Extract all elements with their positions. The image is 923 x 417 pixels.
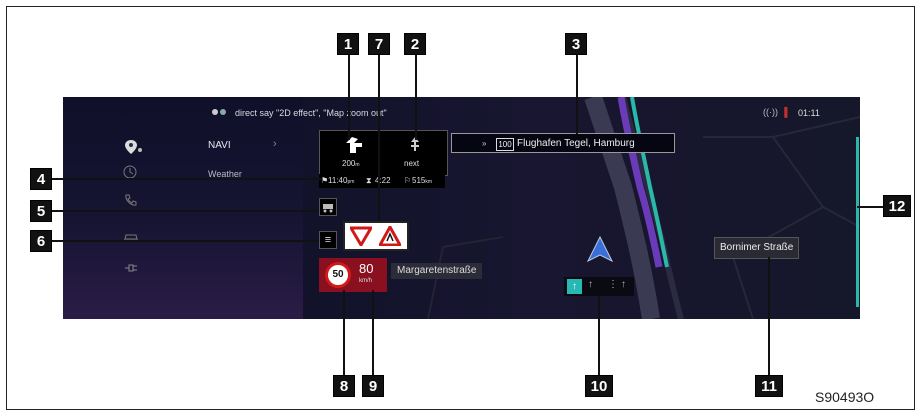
maneuver-card: 200m next (319, 130, 448, 176)
cross-street-label: Bornimer Straße (714, 237, 800, 259)
figure-reference: S90493O (815, 389, 875, 405)
maneuver-distance: 200m (342, 159, 360, 168)
plug-icon[interactable] (123, 262, 141, 274)
current-speed: 80 (359, 261, 374, 276)
callout-8: 8 (333, 375, 355, 397)
callout-9: 9 (362, 375, 384, 397)
callout-12: 12 (883, 195, 911, 217)
current-street: Margaretenstraße (391, 263, 483, 279)
vehicle-position-icon (586, 235, 614, 263)
voice-icon (211, 107, 229, 119)
phone-icon[interactable] (123, 193, 137, 207)
trip-info[interactable]: ⚑ 11:40pm ⧗ 4:22 ⚐ 515km (319, 174, 445, 188)
leader-line-11 (768, 257, 770, 375)
leader-line-12 (857, 206, 883, 208)
callout-7: 7 (368, 33, 390, 55)
leader-line-5 (52, 210, 319, 212)
callout-10: 10 (585, 375, 613, 397)
distance-icon: ⚐ (404, 176, 412, 185)
destination-text: Flughafen Tegel, Hamburg (517, 138, 635, 149)
voice-hint: direct say "2D effect", "Map zoom out" (235, 108, 387, 118)
arrival-time: 11:40pm (328, 176, 355, 185)
connection-icon: ((·)) (763, 107, 778, 117)
callout-1: 1 (337, 33, 359, 55)
leader-line-1 (348, 55, 350, 140)
lane-straight-active-icon: ↑ (567, 279, 582, 294)
navi-label[interactable]: NAVI (208, 140, 231, 151)
destination-banner[interactable]: » 100 Flughafen Tegel, Hamburg (451, 133, 675, 153)
warning-signs (343, 221, 409, 251)
leader-line-4 (52, 178, 322, 180)
leader-line-10 (598, 296, 600, 375)
status-bar: direct say "2D effect", "Map zoom out" (… (63, 107, 860, 123)
zoom-scrollbar[interactable] (856, 137, 859, 307)
duration-icon: ⧗ (366, 176, 372, 185)
leader-line-3 (576, 55, 578, 134)
clock-icon[interactable] (123, 165, 137, 179)
callout-2: 2 (404, 33, 426, 55)
chevron-right-icon[interactable]: › (273, 138, 277, 150)
leader-line-9 (372, 290, 374, 375)
hamburger-icon: ≡ (324, 234, 332, 246)
speed-limit-sign: 50 (325, 262, 351, 288)
leader-line-7 (378, 55, 380, 221)
lane-divider-icon: ⋮ (608, 279, 618, 290)
speed-unit: km/h (359, 278, 373, 284)
traffic-toggle-button[interactable] (319, 198, 337, 216)
leader-line-2 (415, 55, 417, 140)
menu-button[interactable]: ≡ (319, 231, 337, 249)
head-unit-screen: NAVI › Weather direct say "2D effect", "… (63, 97, 860, 319)
map-pin-icon[interactable] (123, 139, 145, 155)
lane-straight-icon-2: ↑ (621, 279, 626, 290)
turn-left-arrow-icon (346, 137, 362, 153)
callout-5: 5 (30, 200, 52, 222)
status-time: 01:11 (798, 108, 820, 118)
traffic-icon (323, 204, 333, 213)
next-label: next (404, 159, 420, 168)
sidebar: NAVI › Weather (63, 97, 303, 319)
hazard-sign-icon (379, 226, 401, 246)
speed-panel: 50 80 km/h (319, 258, 387, 292)
callout-6: 6 (30, 230, 52, 252)
signal-icon: ▐ (781, 107, 788, 117)
leader-line-8 (343, 290, 345, 375)
yield-sign-icon (350, 226, 372, 246)
lane-straight-icon: ↑ (588, 279, 593, 290)
leader-line-6 (52, 240, 319, 242)
lane-guidance: ↑ ↑ ⋮ ↑ (564, 277, 634, 296)
callout-4: 4 (30, 168, 52, 190)
direction-arrows: » (482, 139, 487, 148)
trip-distance: 515km (412, 176, 433, 185)
callout-11: 11 (755, 375, 783, 397)
callout-3: 3 (565, 33, 587, 55)
